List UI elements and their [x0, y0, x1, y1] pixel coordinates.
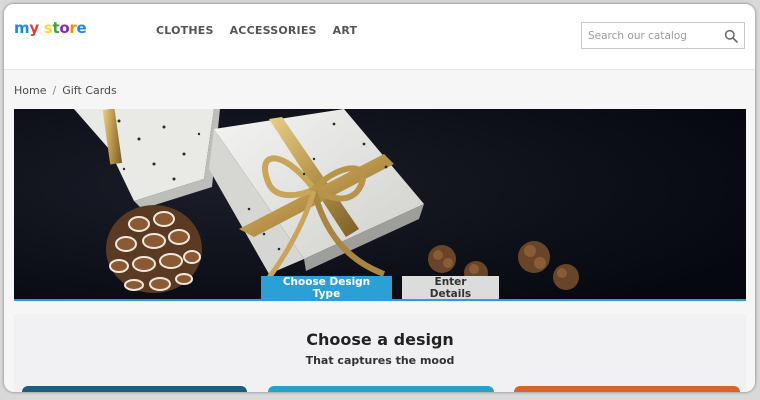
design-section: Choose a design That captures the mood: [14, 314, 746, 392]
design-card-2[interactable]: [268, 386, 494, 392]
store-logo[interactable]: my store: [14, 19, 87, 37]
choose-design-type-button[interactable]: Choose Design Type: [261, 276, 392, 299]
breadcrumb-home[interactable]: Home: [14, 84, 46, 97]
section-subtitle: That captures the mood: [305, 354, 455, 367]
nav-item-art[interactable]: ART: [333, 24, 358, 37]
nav-item-clothes[interactable]: CLOTHES: [156, 24, 214, 37]
breadcrumb: Home / Gift Cards: [14, 84, 117, 97]
design-card-3[interactable]: [514, 386, 740, 392]
search-box: [581, 22, 745, 49]
nav-item-accessories[interactable]: ACCESSORIES: [230, 24, 317, 37]
pinecone-graphic: [106, 205, 202, 293]
step-tabs: Choose Design Type Enter Details: [261, 276, 499, 299]
site-header: my store CLOTHES ACCESSORIES ART: [4, 4, 755, 70]
gift-box-image: [14, 109, 746, 299]
breadcrumb-separator: /: [52, 84, 57, 97]
design-card-1[interactable]: [22, 386, 247, 392]
hero-banner: Choose Design Type Enter Details: [14, 109, 746, 301]
section-title: Choose a design: [306, 330, 454, 349]
breadcrumb-current: Gift Cards: [62, 84, 117, 97]
enter-details-button[interactable]: Enter Details: [402, 276, 499, 299]
main-nav: CLOTHES ACCESSORIES ART: [156, 24, 357, 37]
browser-frame: my store CLOTHES ACCESSORIES ART Home / …: [4, 4, 755, 392]
search-input[interactable]: [588, 24, 723, 47]
search-icon[interactable]: [724, 29, 738, 43]
